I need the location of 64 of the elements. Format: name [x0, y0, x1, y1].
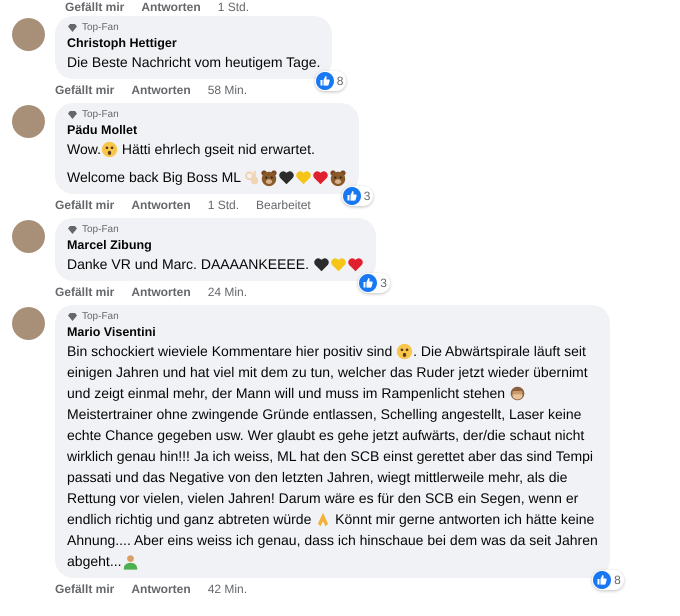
bear-icon: [260, 168, 278, 186]
like-link[interactable]: Gefällt mir: [55, 83, 114, 98]
reply-link[interactable]: Antworten: [131, 83, 191, 98]
avatar[interactable]: [12, 307, 45, 340]
reaction-count[interactable]: 8: [592, 570, 624, 590]
reply-link[interactable]: Antworten: [131, 285, 191, 300]
reply-link[interactable]: Antworten: [131, 582, 191, 597]
reply-link[interactable]: Antworten: [131, 198, 191, 213]
avatar[interactable]: [12, 105, 45, 138]
diamond-icon: [67, 225, 78, 235]
comment-text: Wow.: [67, 140, 101, 159]
like-link[interactable]: Gefällt mir: [55, 285, 114, 300]
comment-text: einigen Jahren und hat viel mit dem zu tun, welcher das Ruder jetzt wieder übernimt: [67, 363, 588, 382]
like-link[interactable]: Gefällt mir: [55, 198, 114, 213]
top-fan-label: Top-Fan: [82, 223, 119, 237]
reaction-count[interactable]: 8: [314, 71, 346, 91]
comment-time: 1 Std.: [208, 198, 240, 213]
face-icon: [100, 141, 118, 158]
ok-hand-icon: [244, 169, 260, 186]
bear-icon: [329, 168, 348, 186]
commenter-name[interactable]: Marcel Zibung: [67, 237, 364, 254]
reaction-count[interactable]: 3: [358, 273, 390, 293]
comment-text: abgeht...: [67, 552, 122, 571]
diamond-icon: [67, 110, 78, 120]
thumbs-up-icon: [593, 571, 612, 589]
comment-text: . Die Abwärtspirale läuft seit: [413, 342, 586, 361]
comment-text: wirklich genau hin!!! Ja ich weiss, ML hat den SCB einst gerettet aber das sind Tempi: [67, 447, 594, 466]
avatar[interactable]: [12, 220, 45, 253]
commenter-name[interactable]: Mario Visentini: [67, 324, 598, 341]
diamond-icon: [67, 23, 78, 33]
like-link[interactable]: Gefällt mir: [65, 0, 124, 15]
comment-time: 42 Min.: [208, 582, 248, 597]
commenter-name[interactable]: Pädu Mollet: [67, 122, 348, 139]
comment-text: Danke VR und Marc. DAAAANKEEEE.: [67, 255, 310, 274]
comment-text: endlich richtig und ganz abtreten würde: [67, 510, 312, 529]
reaction-count[interactable]: 3: [342, 186, 374, 206]
top-fan-label: Top-Fan: [82, 21, 119, 35]
top-fan-label: Top-Fan: [82, 108, 119, 122]
comment-text: echte Chance gegeben usw. Wer glaubt es gehe jetzt aufwärts, der/die schaut nicht: [67, 426, 584, 445]
top-fan-label: Top-Fan: [82, 310, 119, 324]
comment-time: 58 Min.: [208, 83, 248, 98]
reply-link[interactable]: Antworten: [141, 0, 201, 15]
diamond-icon: [67, 312, 78, 322]
comment-text: Hätti ehrlech gseit nid erwartet.: [120, 140, 315, 159]
thumbs-up-icon: [342, 187, 361, 205]
comment-text: Rettung vor vielen, vielen Jahren! Darum wäre es für den SCB ein Segen, wenn er: [67, 489, 578, 508]
comment-text: Welcome back Big Boss ML: [67, 168, 242, 187]
comment-text: passati und das Negative von den letzten Jahren, wiegt mittlerweile mehr, als die: [67, 468, 568, 487]
face-icon: [396, 343, 414, 360]
comment-text: Die Beste Nachricht vom heutigem Tage.: [67, 53, 320, 72]
comment-text: Bin schockiert wieviele Kommentare hier positiv sind: [67, 342, 394, 361]
comment-text: und zeigt einmal mehr, der Mann will und muss im Rampenlicht stehen: [67, 384, 506, 403]
edited-label: Bearbeitet: [256, 198, 311, 213]
avatar[interactable]: [12, 18, 45, 51]
comment-text: Könnt mir gerne antworten ich hätte keine: [334, 510, 594, 529]
comment-time: 24 Min.: [208, 285, 248, 300]
like-link[interactable]: Gefällt mir: [55, 582, 114, 597]
person-icon: [122, 552, 138, 570]
commenter-name[interactable]: Christoph Hettiger: [67, 35, 320, 52]
comment-text: Ahnung.... Aber eins weiss ich genau, dass ich hinschaue bei dem was da seit Jahren: [67, 531, 598, 550]
thumbs-up-icon: [359, 274, 378, 292]
thumbs-up-icon: [316, 72, 334, 90]
comment-time: 1 Std.: [218, 0, 250, 15]
comment-text: Meistertrainer ohne zwingende Gründe entlassen, Schelling angestellt, Laser keine: [67, 405, 582, 424]
